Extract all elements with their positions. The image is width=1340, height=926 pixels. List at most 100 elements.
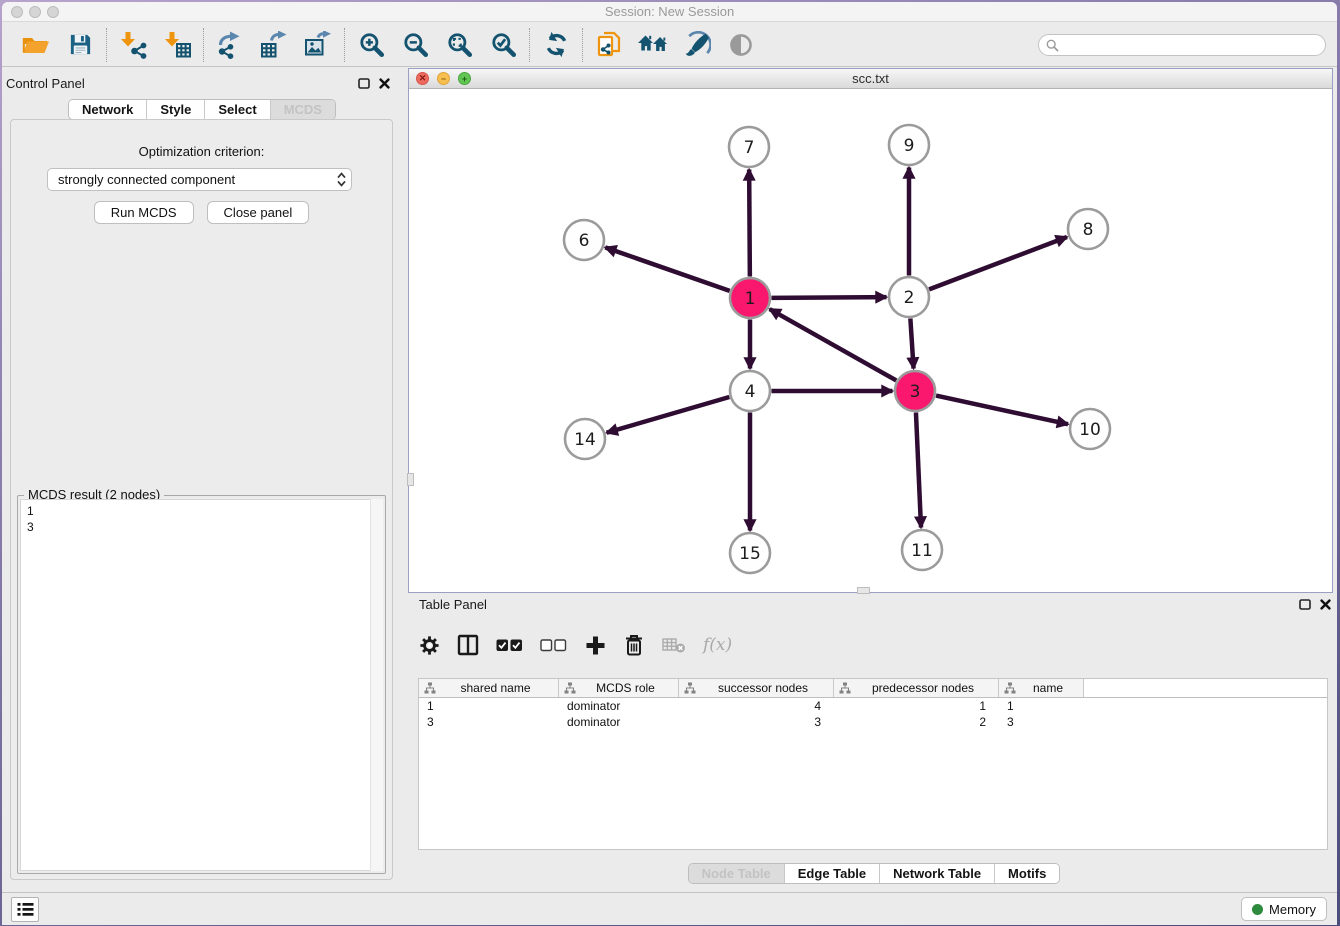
mcds-result-list[interactable]: 13 <box>20 499 383 871</box>
edge-1-6[interactable] <box>605 247 729 290</box>
export-image-icon[interactable] <box>302 29 334 61</box>
apply-style-icon[interactable] <box>681 29 713 61</box>
node-label-8: 8 <box>1083 220 1094 240</box>
table-cell[interactable]: 3 <box>419 714 559 730</box>
float-panel-icon[interactable] <box>358 78 370 89</box>
panel-divider-grip[interactable] <box>407 473 414 486</box>
table-tab-node-table[interactable]: Node Table <box>689 864 785 883</box>
search-input[interactable] <box>1063 36 1325 54</box>
table-cell[interactable]: 4 <box>679 698 834 714</box>
split-view-icon[interactable] <box>457 633 479 657</box>
mcds-result-line: 1 <box>27 503 376 519</box>
node-table-body: 1dominator4113dominator323 <box>419 698 1327 730</box>
column-header-shared-name[interactable]: shared name <box>419 679 559 697</box>
tab-select[interactable]: Select <box>205 100 270 119</box>
table-cell[interactable]: 3 <box>999 714 1084 730</box>
bottom-divider-grip[interactable] <box>857 587 870 594</box>
edge-2-8[interactable] <box>929 237 1067 289</box>
edge-4-14[interactable] <box>607 397 730 433</box>
toolbar-group <box>107 29 203 61</box>
first-neighbors-icon[interactable] <box>637 29 669 61</box>
table-tab-network-table[interactable]: Network Table <box>880 864 995 883</box>
search-box[interactable] <box>1038 34 1326 56</box>
task-history-button[interactable] <box>11 897 39 922</box>
network-close-button[interactable]: ✕ <box>416 72 429 85</box>
dropdown-stepper-icon <box>337 172 346 187</box>
table-cell[interactable]: dominator <box>559 714 679 730</box>
add-row-icon[interactable] <box>584 633 606 657</box>
table-row[interactable]: 1dominator411 <box>419 698 1327 714</box>
zoom-selected-icon[interactable] <box>487 29 519 61</box>
minimize-window-button[interactable] <box>29 6 41 18</box>
table-cell[interactable]: dominator <box>559 698 679 714</box>
zoom-window-button[interactable] <box>47 6 59 18</box>
optimization-criterion-dropdown[interactable]: strongly connected component <box>47 168 352 191</box>
table-tab-edge-table[interactable]: Edge Table <box>785 864 880 883</box>
column-header-predecessor-nodes[interactable]: predecessor nodes <box>834 679 999 697</box>
close-panel-button[interactable]: Close panel <box>207 201 310 224</box>
edge-1-7[interactable] <box>749 169 750 276</box>
function-builder-icon: f(x) <box>703 633 732 657</box>
refresh-icon[interactable] <box>540 29 572 61</box>
open-session-icon[interactable] <box>20 29 52 61</box>
memory-status-icon <box>1252 904 1263 915</box>
edge-3-1[interactable] <box>770 309 897 380</box>
column-header-MCDS-role[interactable]: MCDS role <box>559 679 679 697</box>
column-header-successor-nodes[interactable]: successor nodes <box>679 679 834 697</box>
deselect-all-icon[interactable] <box>540 633 567 657</box>
toolbar-group <box>345 29 529 61</box>
table-cell[interactable]: 1 <box>834 698 999 714</box>
delete-row-icon[interactable] <box>623 633 645 657</box>
network-view-window: ✕ − + scc.txt 1234678910111415 <box>408 68 1333 593</box>
toolbar-group <box>583 29 767 61</box>
attribute-icon <box>564 682 576 697</box>
edge-2-3[interactable] <box>910 318 913 368</box>
column-header-name[interactable]: name <box>999 679 1084 697</box>
node-table: shared nameMCDS rolesuccessor nodesprede… <box>418 678 1328 850</box>
close-panel-icon[interactable] <box>379 78 390 89</box>
search-icon <box>1046 39 1059 52</box>
network-canvas[interactable]: 1234678910111415 <box>409 89 1332 592</box>
table-row[interactable]: 3dominator323 <box>419 714 1327 730</box>
table-cell[interactable]: 1 <box>999 698 1084 714</box>
save-session-icon[interactable] <box>64 29 96 61</box>
edge-1-2[interactable] <box>771 297 886 298</box>
node-label-10: 10 <box>1079 420 1101 440</box>
import-network-icon[interactable] <box>117 29 149 61</box>
zoom-out-icon[interactable] <box>399 29 431 61</box>
run-mcds-button[interactable]: Run MCDS <box>94 201 194 224</box>
settings-icon[interactable] <box>418 633 440 657</box>
table-cell[interactable]: 2 <box>834 714 999 730</box>
toolbar-group <box>530 29 582 61</box>
show-hide-icon[interactable] <box>725 29 757 61</box>
export-network-icon[interactable] <box>214 29 246 61</box>
table-cell[interactable]: 3 <box>679 714 834 730</box>
application-window: Session: New Session Control Panel Netwo… <box>2 2 1337 925</box>
memory-label: Memory <box>1269 902 1316 917</box>
table-tab-motifs[interactable]: Motifs <box>995 864 1059 883</box>
close-table-panel-icon[interactable] <box>1320 599 1331 610</box>
node-table-header: shared nameMCDS rolesuccessor nodesprede… <box>419 679 1327 698</box>
zoom-in-icon[interactable] <box>355 29 387 61</box>
select-all-icon[interactable] <box>496 633 523 657</box>
table-cell[interactable]: 1 <box>419 698 559 714</box>
table-panel-header: Table Panel <box>406 595 1337 613</box>
list-icon <box>17 902 34 917</box>
network-minimize-button[interactable]: − <box>437 72 450 85</box>
tab-style[interactable]: Style <box>147 100 205 119</box>
export-table-icon[interactable] <box>258 29 290 61</box>
edge-3-10[interactable] <box>936 396 1068 425</box>
tab-network[interactable]: Network <box>69 100 147 119</box>
import-table-icon[interactable] <box>161 29 193 61</box>
control-panel-tabs: NetworkStyleSelectMCDS <box>68 99 336 120</box>
memory-button[interactable]: Memory <box>1241 897 1327 921</box>
network-maximize-button[interactable]: + <box>458 72 471 85</box>
duplicate-network-icon[interactable] <box>593 29 625 61</box>
tab-mcds[interactable]: MCDS <box>271 100 335 119</box>
result-scrollbar[interactable] <box>370 499 383 871</box>
float-table-panel-icon[interactable] <box>1299 599 1311 610</box>
close-window-button[interactable] <box>11 6 23 18</box>
zoom-fit-icon[interactable] <box>443 29 475 61</box>
edge-3-11[interactable] <box>916 412 921 527</box>
attribute-icon <box>424 682 436 697</box>
